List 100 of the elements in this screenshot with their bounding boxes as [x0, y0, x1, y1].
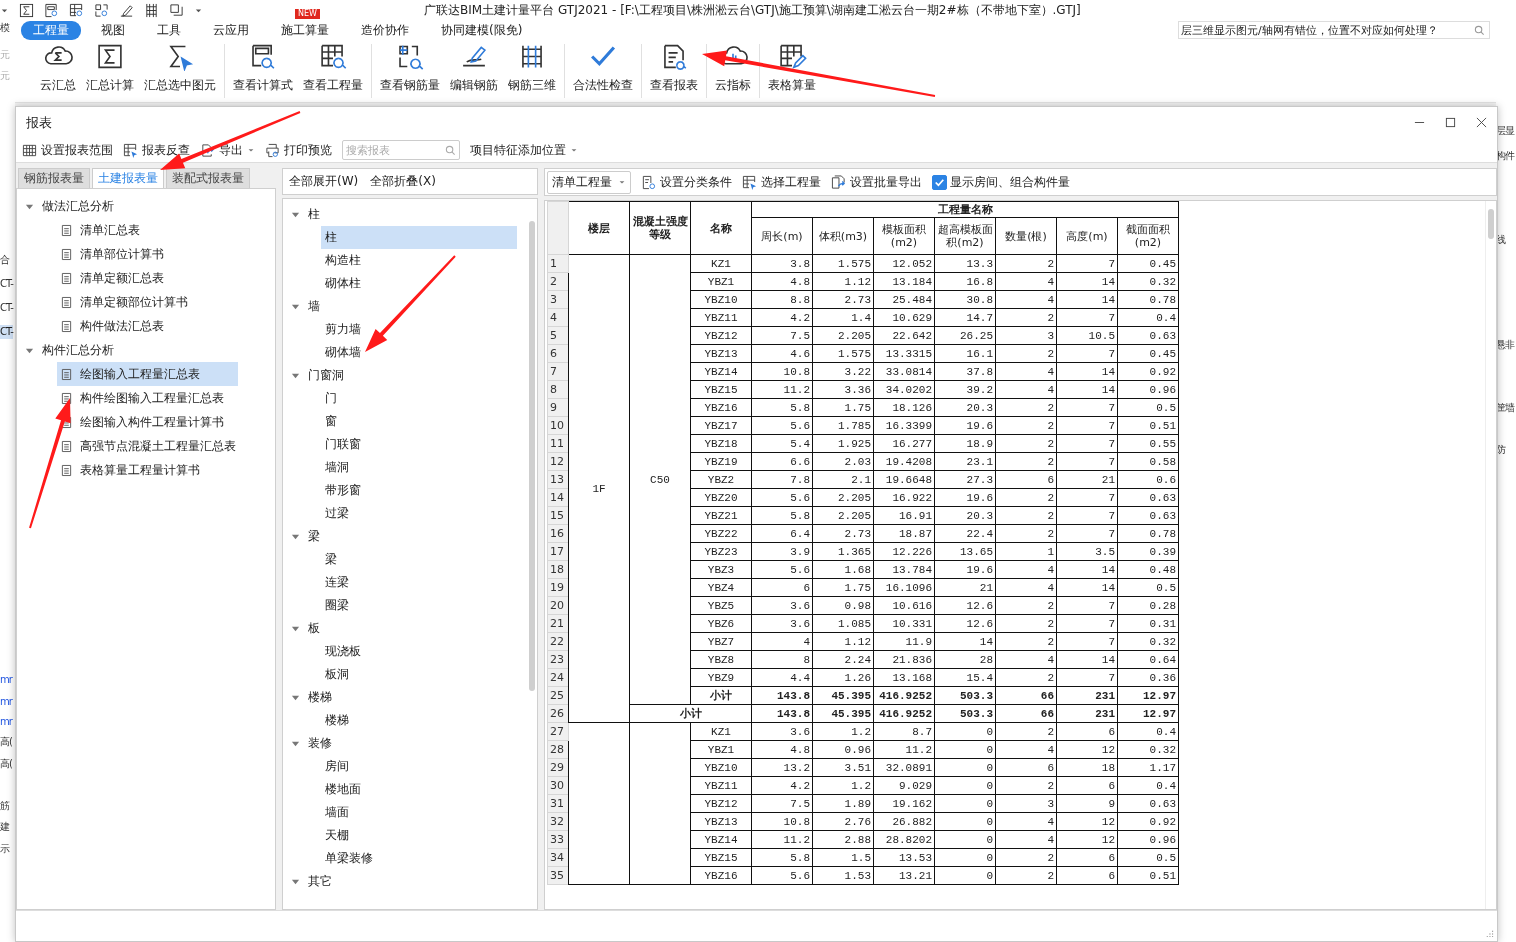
report-item[interactable]: 构件绘图输入工程量汇总表 [17, 386, 242, 410]
report-tab[interactable]: 土建报表量 [92, 168, 164, 188]
table-cell: 7 [1056, 398, 1118, 417]
table-cell: YBZ16 [690, 866, 752, 885]
copy-icon[interactable] [169, 2, 184, 18]
document-search-icon[interactable] [44, 2, 59, 18]
table-search-icon[interactable] [69, 2, 84, 18]
expand-caret-icon[interactable] [291, 739, 300, 748]
menu-tab[interactable]: 视图 [89, 20, 137, 40]
tree-group[interactable]: 构件汇总分析 [42, 341, 114, 359]
checkbox-label[interactable]: 显示房间、组合构件量 [950, 173, 1070, 191]
expand-caret-icon[interactable] [291, 371, 300, 380]
ribbon-button[interactable]: 汇总计算 [85, 40, 135, 102]
component-item[interactable]: 单梁装修 [283, 847, 479, 870]
expand-caret-icon[interactable] [291, 693, 300, 702]
component-item[interactable]: 门联窗 [283, 433, 479, 456]
table-cell: YBZ9 [690, 668, 752, 687]
maximize-icon[interactable] [1445, 117, 1456, 128]
checkbox[interactable] [932, 174, 947, 190]
report-item[interactable]: 表格算量工程量计算书 [17, 458, 242, 482]
expand-caret-icon[interactable] [291, 532, 300, 541]
component-item[interactable]: 板洞 [283, 663, 479, 686]
tree-group[interactable]: 其它 [308, 873, 332, 890]
expand-caret-icon[interactable] [291, 877, 300, 886]
component-item[interactable]: 砌体墙 [283, 341, 479, 364]
report-item[interactable]: 绘图输入工程量汇总表 [57, 362, 238, 386]
tree-group[interactable]: 装修 [308, 735, 332, 752]
report-item[interactable]: 清单定额部位计算书 [17, 290, 242, 314]
component-item[interactable]: 构造柱 [283, 249, 479, 272]
toolbar-button[interactable]: 设置分类条件 [641, 173, 732, 191]
sigma-icon[interactable] [19, 2, 34, 18]
ribbon-button[interactable]: 查看报表 [649, 40, 699, 102]
expand-caret-icon[interactable] [291, 302, 300, 311]
component-item[interactable]: 窗 [283, 410, 479, 433]
component-item[interactable]: 柱 [321, 226, 517, 249]
grade-cell: C50 [629, 254, 691, 705]
ribbon-button[interactable]: 查看计算式 [232, 40, 294, 102]
table-cell: 1.53 [812, 866, 874, 885]
report-tab[interactable]: 装配式报表量 [166, 168, 250, 188]
ribbon-button[interactable]: 查看工程量 [302, 40, 364, 102]
expand-caret-icon[interactable] [291, 624, 300, 633]
ribbon-button[interactable]: 钢筋三维 [507, 40, 557, 102]
menu-tab[interactable]: 工具 [145, 20, 193, 40]
ribbon-button[interactable]: 汇总选中图元 [143, 40, 217, 102]
tree-action-button[interactable]: 全部展开(W) [289, 173, 359, 190]
component-item[interactable]: 房间 [283, 755, 479, 778]
component-item[interactable]: 楼梯 [283, 709, 479, 732]
toolbar-button[interactable]: 打印预览 [265, 141, 332, 159]
table-cell: 30.8 [934, 290, 996, 309]
toolbar-button[interactable]: 选择工程量 [742, 173, 821, 191]
report-item[interactable]: 清单部位计算书 [17, 242, 242, 266]
toolbar-button[interactable]: 设置批量导出 [831, 173, 922, 191]
mode-dropdown[interactable]: 清单工程量 [547, 170, 631, 194]
ribbon-button[interactable]: 表格算量 [767, 40, 817, 102]
menu-tab[interactable]: 协同建模(限免) [429, 20, 535, 40]
component-item[interactable]: 墙面 [283, 801, 479, 824]
close-icon[interactable] [1476, 117, 1487, 128]
report-search-field[interactable]: 搜索报表 [342, 140, 460, 160]
tree-action-button[interactable]: 全部折叠(X) [370, 173, 436, 190]
pencil-icon[interactable] [119, 2, 134, 18]
report-item[interactable]: 清单定额汇总表 [17, 266, 242, 290]
search-icon [1474, 24, 1485, 36]
toolbar-button[interactable]: 设置报表范围 [22, 141, 113, 159]
menu-tab[interactable]: 云应用 [201, 20, 261, 40]
component-item[interactable]: 天棚 [283, 824, 479, 847]
report-tab[interactable]: 钢筋报表量 [18, 168, 90, 188]
report-item[interactable]: 构件做法汇总表 [17, 314, 242, 338]
tree-group[interactable]: 墙 [308, 298, 320, 315]
component-item[interactable]: 砌体柱 [283, 272, 479, 295]
expand-caret-icon[interactable] [291, 210, 300, 219]
tree-group[interactable]: 板 [308, 620, 320, 637]
component-item[interactable]: 现浇板 [283, 640, 479, 663]
component-item[interactable]: 梁 [283, 548, 479, 571]
report-item[interactable]: 高强节点混凝土工程量汇总表 [17, 434, 242, 458]
position-dropdown[interactable]: 项目特征添加位置 [470, 141, 578, 159]
component-item[interactable]: 带形窗 [283, 479, 479, 502]
toolbar-button[interactable]: 报表反查 [123, 141, 190, 159]
menu-tab[interactable]: 造价协作 [349, 20, 421, 40]
report-item[interactable]: 清单汇总表 [17, 218, 242, 242]
component-item[interactable]: 圈梁 [283, 594, 479, 617]
tree-group[interactable]: 梁 [308, 528, 320, 545]
ribbon-button[interactable]: 查看钢筋量 [379, 40, 441, 102]
component-item[interactable]: 剪力墙 [283, 318, 479, 341]
tree-group[interactable]: 楼梯 [308, 689, 332, 706]
resize-grip-icon[interactable] [1485, 929, 1494, 938]
tree-group[interactable]: 做法汇总分析 [42, 197, 114, 215]
tree-group[interactable]: 柱 [308, 206, 320, 223]
component-item[interactable]: 楼地面 [283, 778, 479, 801]
tree-group[interactable]: 门窗洞 [308, 367, 344, 384]
component-item[interactable]: 墙洞 [283, 456, 479, 479]
component-item[interactable]: 门 [283, 387, 479, 410]
menu-tab[interactable]: 施工算量 [269, 20, 341, 40]
component-item[interactable]: 过梁 [283, 502, 479, 525]
ribbon-button[interactable]: 云汇总 [39, 40, 77, 102]
ribbon-button[interactable]: 编辑钢筋 [449, 40, 499, 102]
help-search-field[interactable]: 层三维显示图元/轴网有错位，位置不对应如何处理？ [1178, 21, 1490, 39]
menu-tab[interactable]: 工程量 [21, 20, 81, 40]
component-item[interactable]: 连梁 [283, 571, 479, 594]
ribbon-button[interactable]: 合法性检查 [572, 40, 634, 102]
rebar-cage-icon[interactable] [144, 2, 159, 18]
